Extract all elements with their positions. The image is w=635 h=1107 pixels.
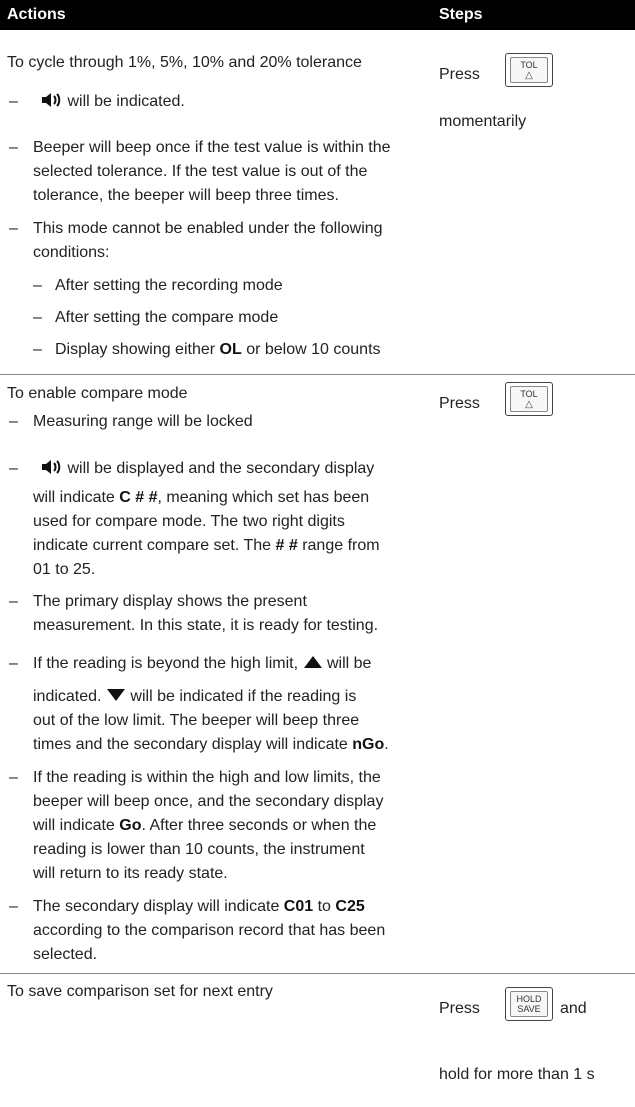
hold-save-key-icon: HOLD SAVE (505, 987, 553, 1021)
key-label-top: TOL (520, 389, 538, 399)
header-steps: Steps (439, 6, 483, 23)
step-press: Press (439, 66, 480, 83)
c01-indicator: C01 (283, 898, 314, 915)
list-item-line: measurement. In this state, it is ready … (33, 617, 379, 634)
bullet-dash: – (9, 413, 18, 430)
bullet-dash: – (9, 898, 18, 915)
sub-bullet-dash: – (33, 309, 42, 326)
text: will be displayed and the secondary disp… (67, 460, 375, 477)
bullet-dash: – (9, 220, 18, 237)
list-item: will be indicated. (41, 90, 185, 114)
row-divider (0, 374, 635, 375)
list-item-line: conditions: (33, 244, 110, 261)
up-triangle-icon (303, 656, 322, 668)
compare-indicator: C # # (119, 489, 158, 506)
list-item-line: will return to its ready state. (33, 865, 228, 882)
text: times and the secondary display will ind… (33, 736, 348, 753)
text: Display showing either (55, 341, 216, 358)
ngo-indicator: nGo (352, 736, 385, 753)
list-item-line: according to the comparison record that … (33, 922, 386, 939)
bullet-dash: – (9, 139, 18, 156)
key-label-bottom: SAVE (517, 1004, 541, 1014)
key-label-bottom: △ (525, 70, 533, 81)
text: The secondary display will indicate (33, 898, 280, 915)
list-item-line: used for compare mode. The two right dig… (33, 513, 345, 530)
tol-key-icon: TOL △ (505, 53, 553, 87)
list-item-line: The primary display shows the present (33, 593, 307, 610)
list-item-line: out of the low limit. The beeper will be… (33, 712, 360, 729)
bullet-dash: – (9, 769, 18, 786)
c25-indicator: C25 (335, 898, 365, 915)
list-item-text: will be indicated. (67, 93, 185, 110)
list-item-line: will be displayed and the secondary disp… (41, 457, 374, 481)
list-item-line: will indicate C # #, meaning which set h… (33, 486, 369, 510)
key-face: TOL △ (510, 386, 548, 412)
bullet-dash: – (9, 460, 18, 477)
list-item-line: If the reading is within the high and lo… (33, 769, 381, 786)
step-press: Press (439, 1000, 480, 1017)
text: or below 10 counts (246, 341, 381, 358)
list-item-line: reading is lower than 10 counts, the ins… (33, 841, 365, 858)
text: If the reading is beyond the high limit, (33, 655, 299, 672)
bullet-dash: – (9, 93, 18, 110)
sub-list-item: Display showing either OL or below 10 co… (55, 338, 381, 362)
sub-list-item: After setting the recording mode (55, 277, 283, 294)
list-item-line: will indicate Go. After three seconds or… (33, 814, 376, 838)
tol-key-icon: TOL △ (505, 382, 553, 416)
row-divider (0, 973, 635, 974)
list-item: Measuring range will be locked (33, 413, 253, 430)
sub-list-item: After setting the compare mode (55, 309, 279, 326)
sub-bullet-dash: – (33, 341, 42, 358)
list-item-line: This mode cannot be enabled under the fo… (33, 220, 383, 237)
bullet-dash: – (9, 593, 18, 610)
go-indicator: Go (119, 817, 142, 834)
list-item-line: selected tolerance. If the test value is… (33, 163, 368, 180)
list-item-line: If the reading is beyond the high limit,… (33, 652, 371, 676)
down-triangle-icon (106, 689, 125, 701)
list-item-line: tolerance, the beeper will beep three ti… (33, 187, 339, 204)
step-and: and (560, 1000, 587, 1017)
range-indicator: # # (275, 537, 298, 554)
key-label-top: TOL (520, 60, 538, 70)
list-item-line: beeper will beep once, and the secondary… (33, 793, 384, 810)
header-actions: Actions (7, 6, 66, 23)
list-item-line: 01 to 25. (33, 561, 96, 578)
page: Actions Steps To cycle through 1%, 5%, 1… (0, 0, 635, 1107)
list-item-line: selected. (33, 946, 98, 963)
text: indicate current compare set. The (33, 537, 272, 554)
text: will be indicated if the reading is (130, 688, 357, 705)
key-label-bottom: △ (525, 399, 533, 410)
action-title: To enable compare mode (7, 385, 188, 402)
text: range from (302, 537, 380, 554)
text: to (317, 898, 331, 915)
ol-indicator: OL (219, 341, 242, 358)
step-press: Press (439, 395, 480, 412)
step-note: momentarily (439, 113, 527, 130)
text: indicated. (33, 688, 102, 705)
text: , meaning which set has been (157, 489, 370, 506)
action-title: To save comparison set for next entry (7, 983, 273, 1000)
list-item-line: indicated. will be indicated if the read… (33, 685, 356, 709)
list-item-line: times and the secondary display will ind… (33, 733, 389, 757)
key-face: TOL △ (510, 57, 548, 83)
list-item-line: indicate current compare set. The # # ra… (33, 534, 380, 558)
action-title: To cycle through 1%, 5%, 10% and 20% tol… (7, 54, 362, 71)
text: will be (326, 655, 372, 672)
key-face: HOLD SAVE (510, 991, 548, 1017)
bullet-dash: – (9, 655, 18, 672)
sub-bullet-dash: – (33, 277, 42, 294)
table-header: Actions Steps (0, 0, 635, 30)
speaker-icon (42, 93, 61, 107)
step-note: hold for more than 1 s (439, 1066, 595, 1083)
speaker-icon (42, 460, 61, 474)
text: . (384, 736, 389, 753)
list-item-line: The secondary display will indicate C01 … (33, 895, 365, 919)
text: will indicate (33, 489, 115, 506)
list-item-line: Beeper will beep once if the test value … (33, 139, 391, 156)
text: . After three seconds or when the (141, 817, 377, 834)
key-label-top: HOLD (516, 994, 542, 1004)
text: will indicate (33, 817, 115, 834)
